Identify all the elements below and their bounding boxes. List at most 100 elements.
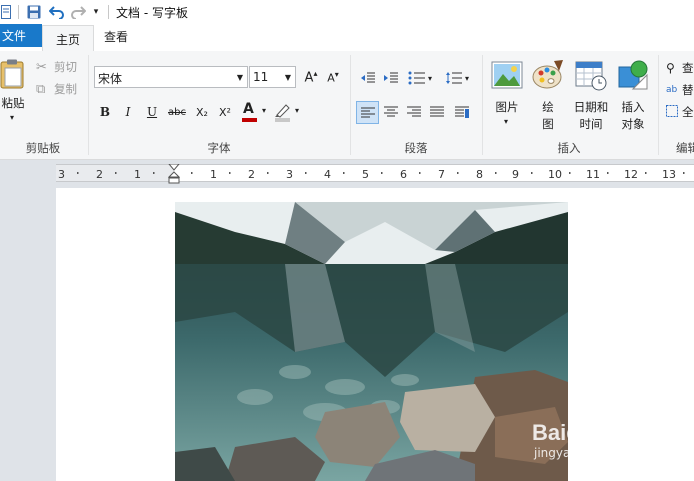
replace-button[interactable]: ab 替 — [666, 81, 694, 99]
align-right-button[interactable] — [404, 103, 424, 121]
insert-object-button[interactable]: 插入 对象 — [614, 57, 652, 135]
select-all-icon — [666, 104, 682, 120]
copy-button[interactable]: ⧉ 复制 — [36, 80, 77, 98]
undo-icon[interactable] — [48, 3, 66, 21]
paragraph-icon — [455, 106, 469, 118]
paste-dropdown-icon[interactable]: ▾ — [10, 113, 14, 122]
chevron-down-icon: ▾ — [262, 106, 267, 115]
bullet-list-icon — [408, 71, 425, 85]
find-button[interactable]: ⚲ 查 — [666, 59, 694, 77]
picture-label: 图片 — [495, 100, 519, 114]
chevron-down-icon: ▼ — [236, 73, 243, 82]
ribbon-tab-row: 文件 主页 查看 — [0, 24, 694, 52]
ribbon-panel: 粘贴 ▾ ✂ 剪切 ⧉ 复制 剪贴板 宋体 ▼ 11 ▼ A▴ A▾ B I U… — [0, 51, 694, 160]
document-icon[interactable] — [0, 3, 12, 21]
cut-button[interactable]: ✂ 剪切 — [36, 58, 77, 76]
group-separator — [658, 55, 659, 155]
highlighter-icon — [275, 104, 290, 118]
grow-font-button[interactable]: A▴ — [302, 68, 320, 86]
paragraph-settings-button[interactable] — [452, 103, 472, 121]
shrink-font-icon: A▾ — [327, 69, 339, 85]
horizontal-ruler[interactable]: 3 2 1 1 2 3 4 5 6 7 8 9 10 11 12 13 — [56, 164, 694, 184]
object-icon — [618, 60, 648, 90]
increase-indent-button[interactable] — [381, 69, 401, 87]
subscript-button[interactable]: X₂ — [192, 103, 212, 121]
italic-button[interactable]: I — [120, 103, 136, 121]
font-color-glyph: A — [243, 101, 254, 117]
editing-group-label: 编辑 — [676, 141, 694, 155]
calendar-clock-icon — [575, 61, 607, 91]
align-left-button[interactable] — [356, 101, 379, 124]
font-size-value: 11 — [253, 70, 269, 84]
line-spacing-icon — [445, 72, 462, 84]
qa-separator — [18, 5, 19, 19]
font-color-button[interactable]: A ▾ — [241, 101, 271, 123]
decrease-indent-button[interactable] — [358, 69, 378, 87]
insert-group-label: 插入 — [557, 141, 581, 155]
redo-icon[interactable] — [69, 3, 87, 21]
datetime-button[interactable]: 日期和 时间 — [570, 57, 612, 135]
group-separator — [350, 55, 351, 155]
paste-icon — [0, 59, 24, 89]
tab-home[interactable]: 主页 — [42, 25, 94, 52]
align-right-icon — [407, 106, 421, 117]
paragraph-group-label: 段落 — [404, 141, 428, 155]
baidu-jingyan-watermark: Baidu 经验 jingyan.baidu.com — [532, 402, 662, 464]
qa-separator — [108, 5, 109, 19]
decrease-indent-icon — [361, 72, 375, 83]
line-spacing-button[interactable]: ▾ — [442, 69, 472, 87]
chevron-down-icon: ▾ — [464, 73, 469, 83]
highlight-color-swatch — [275, 118, 290, 122]
paw-logo-icon — [584, 402, 618, 435]
increase-indent-icon — [384, 72, 398, 83]
grow-font-icon: A▴ — [304, 68, 318, 86]
object-label-2: 对象 — [621, 117, 645, 131]
binoculars-icon: ⚲ — [666, 61, 675, 75]
justify-button[interactable] — [427, 103, 447, 121]
object-label-1: 插入 — [621, 100, 645, 114]
paste-button[interactable]: 粘贴 ▾ — [0, 57, 30, 137]
replace-label: 替 — [682, 83, 694, 97]
paste-label: 粘贴 — [1, 96, 25, 110]
watermark-url: jingyan.baidu.com — [534, 446, 645, 460]
tab-file[interactable]: 文件 — [0, 24, 42, 47]
datetime-label-1: 日期和 — [573, 100, 609, 114]
paint-drawing-button[interactable]: 绘 图 — [530, 57, 566, 135]
underline-button[interactable]: U — [144, 103, 160, 121]
shrink-font-button[interactable]: A▾ — [324, 68, 342, 86]
replace-icon: ab — [666, 85, 678, 95]
clipboard-group-label: 剪贴板 — [25, 141, 61, 155]
ruler-ticks — [77, 172, 685, 174]
bold-button[interactable]: B — [97, 103, 113, 121]
bullets-button[interactable]: ▾ — [405, 69, 435, 87]
picture-icon — [491, 61, 523, 89]
align-center-button[interactable] — [381, 103, 401, 121]
chevron-down-icon: ▾ — [504, 117, 509, 126]
font-family-select[interactable]: 宋体 ▼ — [94, 66, 248, 88]
select-all-button[interactable]: 全 — [666, 103, 694, 121]
strikethrough-button[interactable]: abc — [166, 103, 188, 121]
chevron-down-icon: ▾ — [295, 106, 300, 115]
indent-marker-icon[interactable] — [168, 164, 180, 184]
paint-drawing-label-1: 绘 — [542, 100, 554, 114]
scissors-icon: ✂ — [36, 59, 47, 75]
align-center-icon — [384, 106, 398, 117]
superscript-button[interactable]: X² — [215, 103, 235, 121]
save-icon[interactable] — [25, 3, 43, 21]
align-left-icon — [360, 107, 375, 117]
tab-view[interactable]: 查看 — [104, 28, 128, 45]
justify-icon — [430, 106, 444, 117]
insert-picture-button[interactable]: 图片 ▾ — [488, 57, 526, 135]
font-color-swatch — [242, 118, 257, 122]
watermark-text: 经验 — [622, 424, 662, 448]
inserted-landscape-photo[interactable] — [175, 202, 568, 481]
chevron-down-icon: ▼ — [284, 73, 291, 82]
find-label: 查 — [682, 61, 694, 75]
chevron-down-icon: ▾ — [427, 73, 432, 83]
select-all-label: 全 — [682, 105, 694, 119]
customize-dropdown-icon[interactable]: ▾ — [90, 3, 102, 21]
title-bar: ▾ 文档 - 写字板 — [0, 0, 694, 24]
font-size-select[interactable]: 11 ▼ — [249, 66, 296, 88]
window-title: 文档 - 写字板 — [116, 6, 188, 20]
highlight-color-button[interactable]: ▾ — [274, 101, 304, 123]
